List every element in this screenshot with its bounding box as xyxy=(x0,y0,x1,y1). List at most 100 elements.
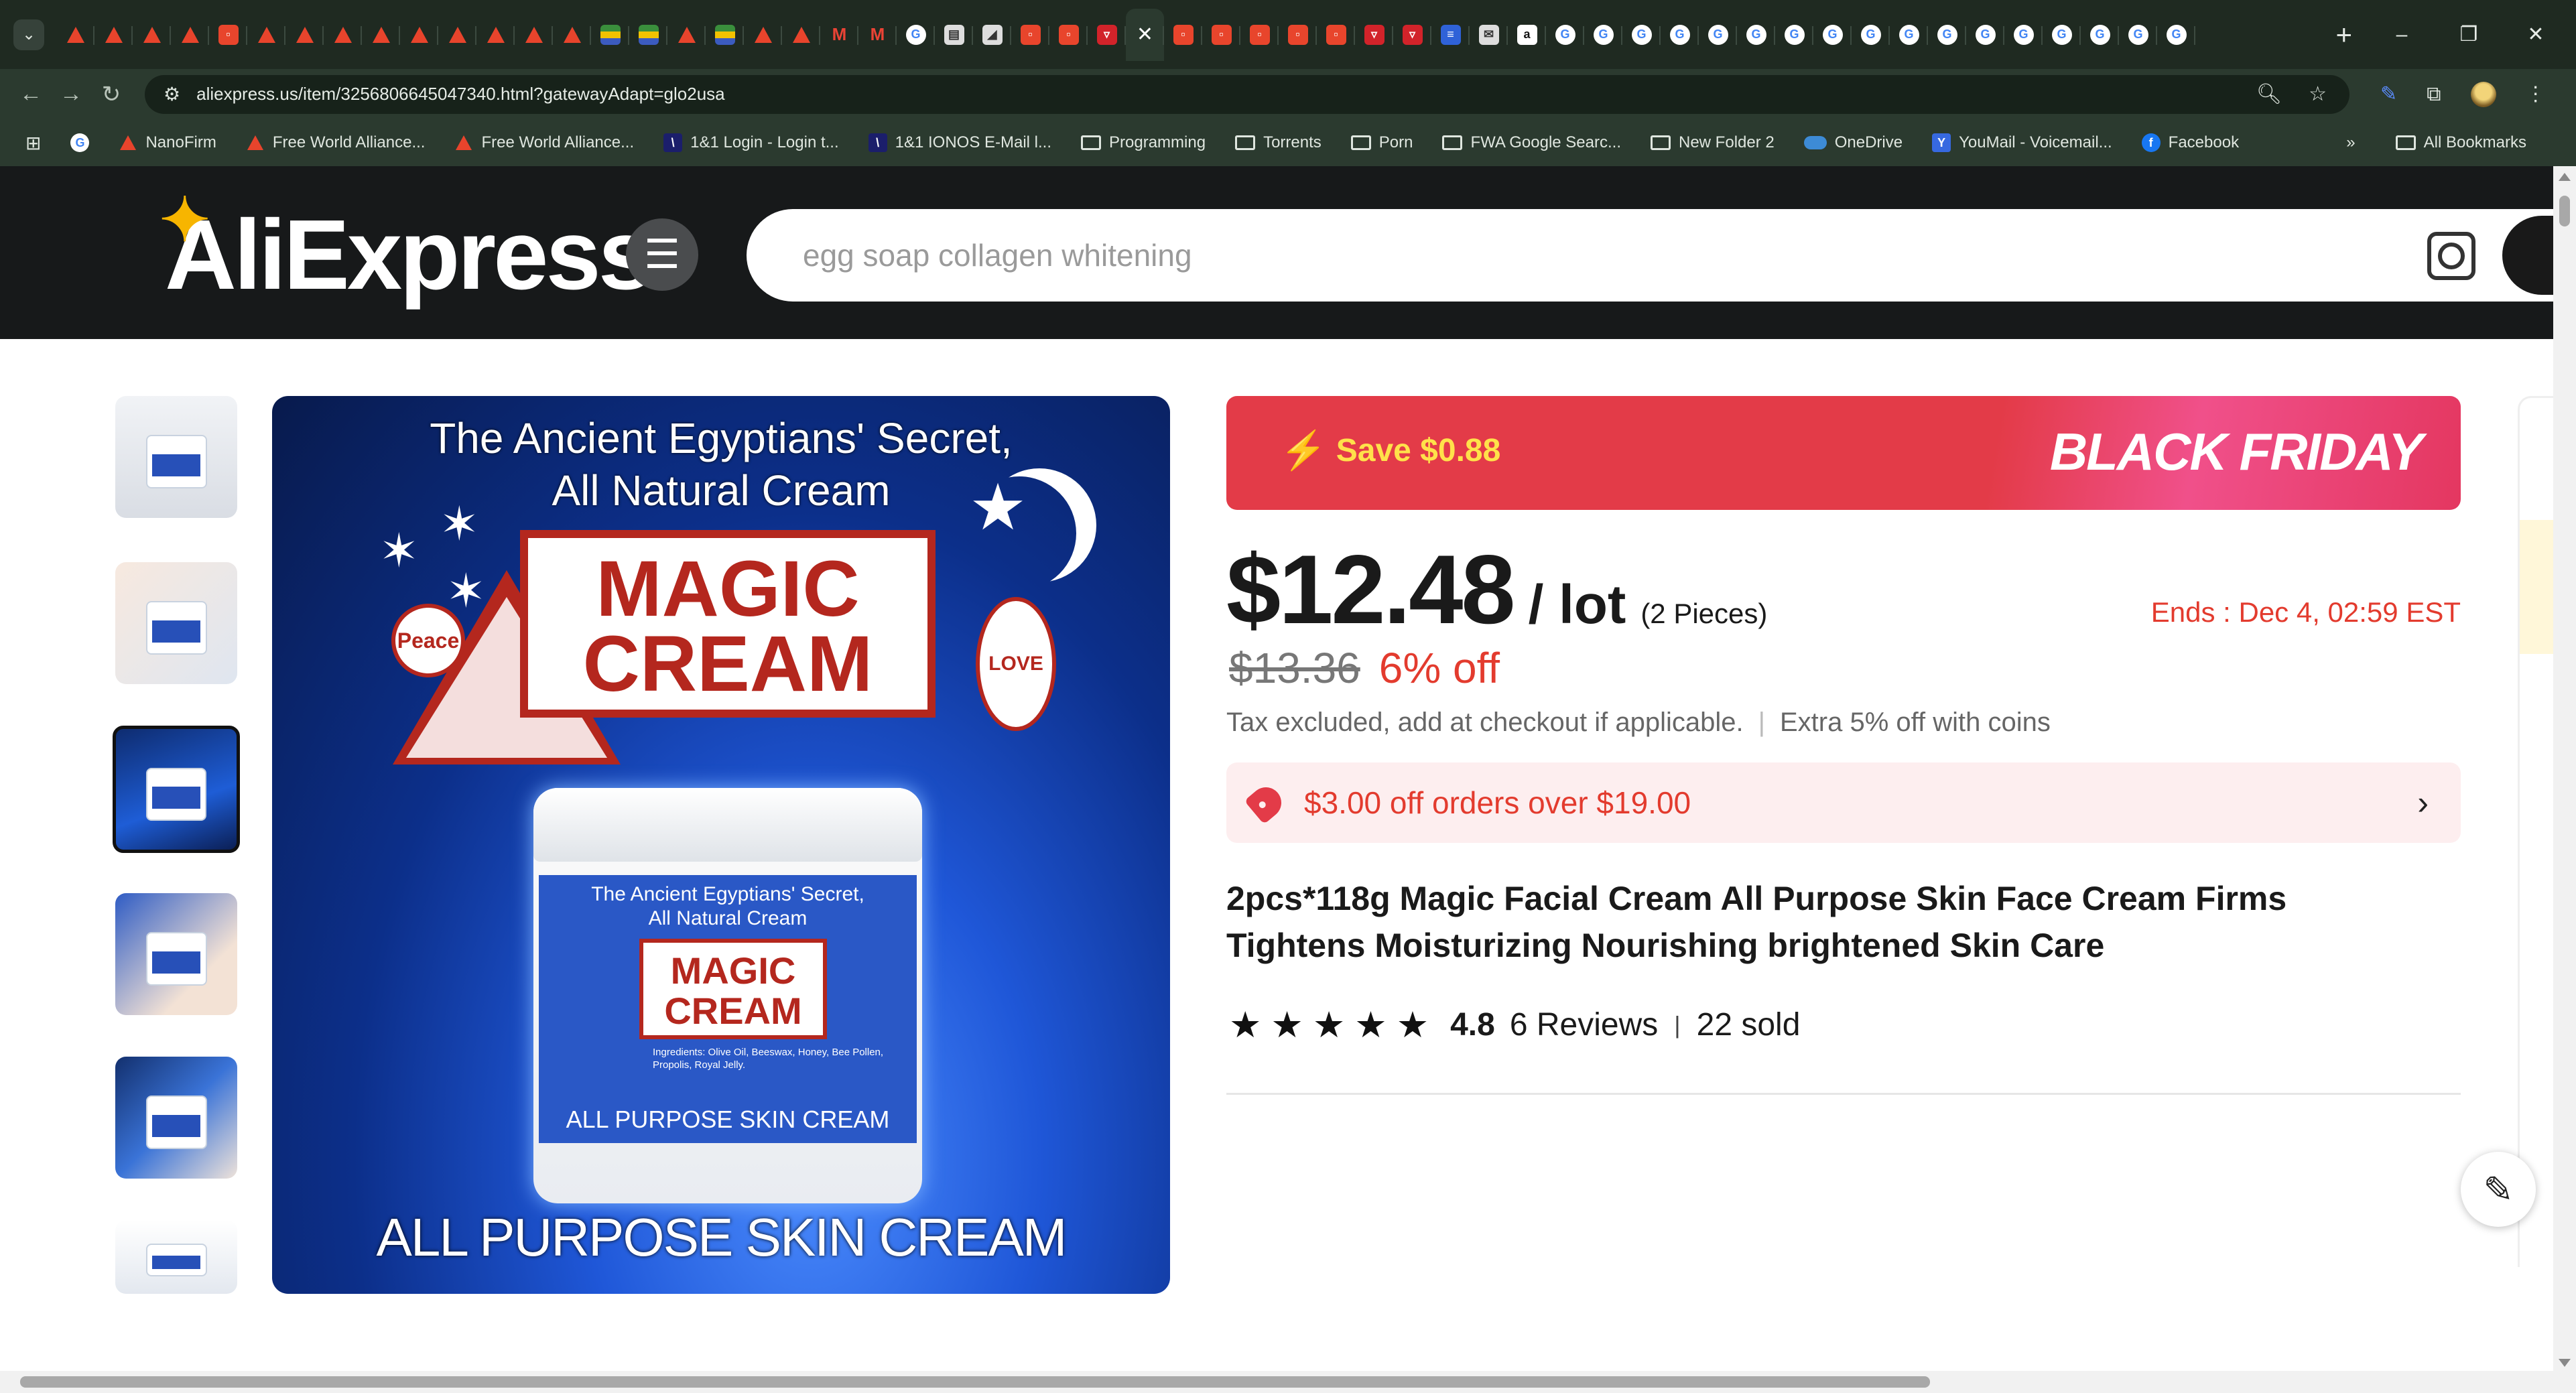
browser-tab[interactable]: G xyxy=(1966,9,2004,61)
horizontal-scrollbar[interactable] xyxy=(0,1371,2576,1393)
browser-tab[interactable] xyxy=(400,9,438,61)
browser-tab[interactable]: G xyxy=(1546,9,1584,61)
browser-tab[interactable]: a xyxy=(1508,9,1546,61)
browser-tab[interactable]: G xyxy=(2157,9,2195,61)
profile-avatar[interactable] xyxy=(2470,81,2496,107)
category-menu-button[interactable]: ☰ xyxy=(626,218,698,291)
browser-tab[interactable]: ▿ xyxy=(1393,9,1431,61)
browser-tab[interactable]: ▫ xyxy=(1011,9,1049,61)
browser-tab[interactable] xyxy=(515,9,553,61)
browser-tab[interactable]: ≡ xyxy=(1431,9,1470,61)
site-info-icon[interactable]: ⚙ xyxy=(164,83,180,105)
bookmark-item[interactable]: Free World Alliance... xyxy=(246,133,426,152)
browser-tab[interactable]: G xyxy=(1813,9,1852,61)
browser-tab[interactable] xyxy=(94,9,133,61)
search-input[interactable] xyxy=(803,237,2277,273)
vertical-scroll-thumb[interactable] xyxy=(2559,196,2570,226)
aliexpress-logo[interactable]: ✦ AliExpress xyxy=(159,187,653,312)
browser-tab[interactable] xyxy=(744,9,782,61)
browser-tab[interactable] xyxy=(782,9,820,61)
vertical-scrollbar[interactable] xyxy=(2553,166,2576,1371)
browser-tab[interactable]: G xyxy=(897,9,935,61)
address-bar[interactable]: ⚙ aliexpress.us/item/3256806645047340.ht… xyxy=(145,74,2349,114)
scroll-up-icon[interactable] xyxy=(2559,173,2571,181)
zoom-icon[interactable]: 🔍︎ xyxy=(2256,82,2282,106)
browser-tab[interactable]: G xyxy=(1928,9,1966,61)
rating-stars[interactable]: ★ ★ ★ ★ ★ xyxy=(1229,1004,1429,1046)
thumbnail-magic-cream-selected[interactable] xyxy=(113,726,240,853)
browser-tab[interactable]: ▫ xyxy=(1202,9,1240,61)
browser-tab[interactable]: G xyxy=(1661,9,1699,61)
bookmark-item[interactable]: \ 1&1 Login - Login t... xyxy=(663,133,839,152)
browser-tab[interactable] xyxy=(362,9,400,61)
scroll-down-icon[interactable] xyxy=(2559,1359,2571,1367)
coupon-bar[interactable]: $3.00 off orders over $19.00 › xyxy=(1226,762,2461,843)
browser-tab[interactable]: G xyxy=(2119,9,2157,61)
browser-tab[interactable]: ▫ xyxy=(1240,9,1279,61)
bookmark-item[interactable]: \ 1&1 IONOS E-Mail l... xyxy=(868,133,1051,152)
browser-tab[interactable]: G xyxy=(1737,9,1775,61)
bookmark-item[interactable]: FWA Google Searc... xyxy=(1442,133,1621,152)
browser-tab[interactable] xyxy=(667,9,706,61)
edit-pencil-button[interactable]: ✎ xyxy=(2461,1152,2536,1227)
browser-tab[interactable] xyxy=(171,9,209,61)
minimize-icon[interactable]: – xyxy=(2368,23,2435,46)
browser-tab[interactable] xyxy=(438,9,476,61)
browser-tab[interactable]: M xyxy=(858,9,897,61)
browser-tab[interactable]: G xyxy=(2043,9,2081,61)
forward-icon[interactable]: → xyxy=(51,81,91,107)
browser-tab[interactable] xyxy=(324,9,362,61)
tab-close-icon[interactable]: ✕ xyxy=(1137,23,1153,46)
browser-tab[interactable]: G xyxy=(2081,9,2119,61)
tab-search-dropdown-icon[interactable]: ⌄ xyxy=(13,19,44,50)
browser-tab[interactable]: ▿ xyxy=(1088,9,1126,61)
thumbnail-jars-2[interactable] xyxy=(115,1220,237,1294)
back-icon[interactable]: ← xyxy=(11,81,51,107)
bookmark-item[interactable]: G xyxy=(70,133,90,152)
bookmark-item[interactable]: New Folder 2 xyxy=(1651,133,1775,152)
bookmark-item[interactable]: f Facebook xyxy=(2141,133,2239,152)
bookmark-item[interactable]: NanoFirm xyxy=(119,133,216,152)
browser-tab[interactable] xyxy=(247,9,285,61)
thumbnail-jars[interactable] xyxy=(115,396,237,518)
browser-tab[interactable] xyxy=(476,9,515,61)
image-search-icon[interactable] xyxy=(2427,232,2475,280)
browser-tab[interactable] xyxy=(706,9,744,61)
bookmark-item[interactable]: Torrents xyxy=(1235,133,1322,152)
browser-tab[interactable] xyxy=(56,9,94,61)
reload-icon[interactable]: ↻ xyxy=(91,81,131,108)
browser-tab[interactable] xyxy=(629,9,667,61)
browser-tab[interactable]: G xyxy=(1622,9,1661,61)
browser-tab[interactable]: G xyxy=(2004,9,2043,61)
bookmark-star-icon[interactable]: ☆ xyxy=(2309,82,2327,106)
main-product-image[interactable]: The Ancient Egyptians' Secret, All Natur… xyxy=(272,396,1170,1294)
bookmark-item[interactable]: Programming xyxy=(1081,133,1206,152)
browser-tab[interactable]: M xyxy=(820,9,858,61)
reviews-link[interactable]: 6 Reviews xyxy=(1510,1006,1658,1043)
browser-tab[interactable]: G xyxy=(1852,9,1890,61)
bookmark-item[interactable]: Porn xyxy=(1350,133,1413,152)
bookmark-item[interactable]: OneDrive xyxy=(1803,133,1903,152)
browser-tab[interactable] xyxy=(133,9,171,61)
browser-tab[interactable]: ▫ xyxy=(1049,9,1088,61)
bookmark-item[interactable]: Y YouMail - Voicemail... xyxy=(1932,133,2112,152)
bookmark-item[interactable]: Free World Alliance... xyxy=(454,133,634,152)
bookmarks-overflow-icon[interactable]: » xyxy=(2346,133,2355,152)
horizontal-scroll-thumb[interactable] xyxy=(20,1376,1930,1388)
thumbnail-collage[interactable] xyxy=(115,893,237,1015)
browser-tab[interactable]: ▤ xyxy=(935,9,973,61)
thumbnail-model[interactable] xyxy=(115,1057,237,1179)
browser-tab[interactable]: ◢ xyxy=(973,9,1011,61)
thumbnail-face[interactable] xyxy=(115,562,237,684)
new-tab-button[interactable]: + xyxy=(2335,19,2352,51)
browser-tab[interactable]: G xyxy=(1890,9,1928,61)
browser-tab[interactable] xyxy=(553,9,591,61)
browser-tab[interactable]: G xyxy=(1699,9,1737,61)
browser-tab[interactable]: G xyxy=(1584,9,1622,61)
window-close-icon[interactable]: ✕ xyxy=(2502,23,2569,46)
browser-tab[interactable] xyxy=(591,9,629,61)
restore-icon[interactable]: ❐ xyxy=(2435,23,2502,46)
browser-tab[interactable] xyxy=(285,9,324,61)
extensions-puzzle-icon[interactable]: ⧉ xyxy=(2427,83,2441,106)
pen-extension-icon[interactable]: ✎ xyxy=(2380,82,2397,106)
